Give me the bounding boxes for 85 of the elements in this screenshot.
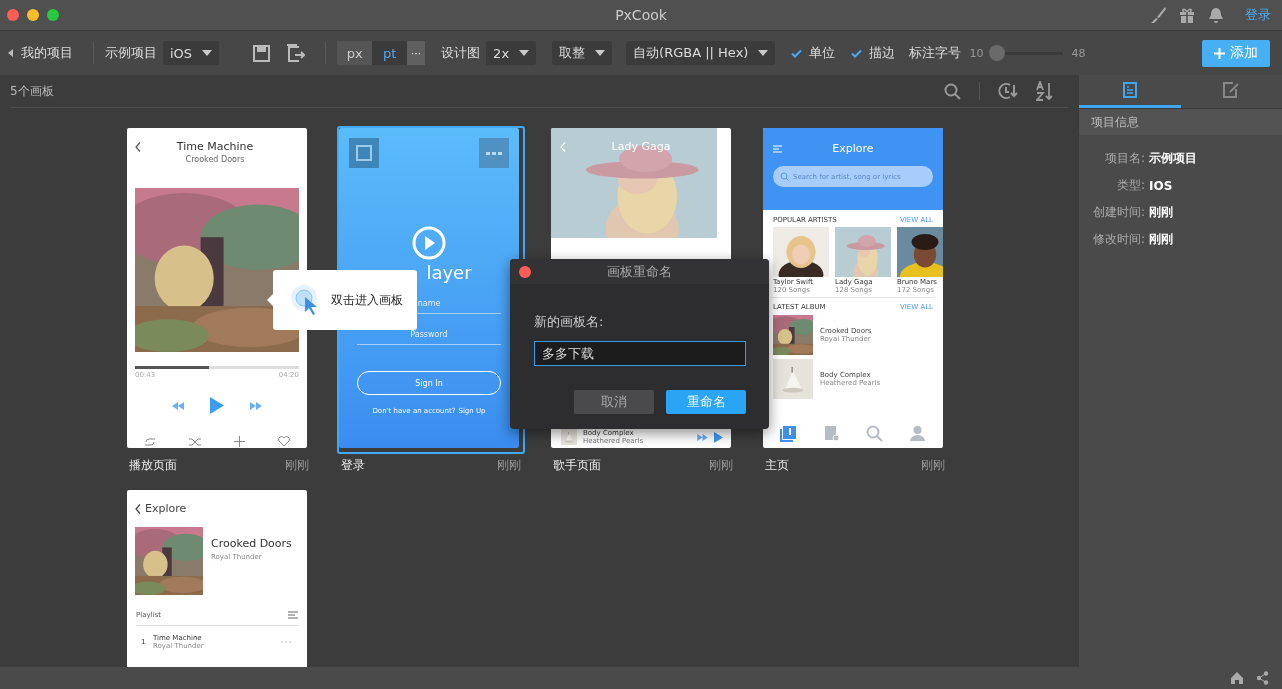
song-artist: Crooked Doors — [184, 155, 246, 164]
field-value: IOS — [1149, 178, 1173, 193]
slider-max: 48 — [1071, 46, 1086, 60]
time-sort-icon[interactable] — [998, 82, 1018, 100]
edit-icon — [1223, 82, 1240, 98]
play-circle-icon — [412, 226, 446, 260]
repeat-icon — [143, 436, 156, 447]
back-link: Explore — [145, 502, 187, 515]
unit-tab[interactable]: px — [337, 41, 373, 65]
font-size-slider[interactable] — [989, 45, 1064, 61]
unit-tab[interactable]: pt — [372, 41, 408, 65]
field-value: 示例项目 — [1149, 150, 1197, 167]
check-icon — [791, 48, 803, 58]
back-icon — [135, 503, 141, 514]
more-button[interactable]: ··· — [407, 41, 426, 65]
app-title: layer — [425, 262, 472, 283]
brush-icon[interactable] — [1150, 6, 1166, 24]
slider-min: 10 — [969, 46, 984, 60]
album-title: Crooked Doors — [211, 537, 292, 550]
list-icon — [288, 611, 298, 619]
back-icon — [135, 142, 141, 152]
close-light[interactable] — [7, 9, 19, 21]
rounding-dropdown[interactable]: 取整 — [552, 41, 613, 65]
back-button[interactable]: 我的项目 — [8, 44, 73, 62]
font-size-label: 标注字号 — [909, 44, 962, 62]
design-label: 设计图 — [441, 44, 481, 62]
artboard-name: 登录 — [341, 457, 365, 474]
menu-icon — [773, 144, 782, 153]
field-value: 刚刚 — [1149, 231, 1173, 248]
cancel-button[interactable]: 取消 — [574, 390, 654, 414]
zoom-light[interactable] — [47, 9, 59, 21]
field-label: 创建时间: — [1091, 204, 1145, 221]
artboard-time: 刚刚 — [285, 457, 309, 474]
save-icon[interactable] — [253, 44, 271, 62]
artboard-name: 主页 — [765, 457, 789, 474]
forward-icon — [697, 433, 708, 441]
project-label: 示例项目 — [105, 44, 157, 62]
section-header: 项目信息 — [1079, 109, 1282, 135]
shuffle-icon — [188, 436, 201, 447]
search-icon — [780, 172, 789, 181]
gift-icon[interactable] — [1179, 7, 1195, 23]
play-icon — [210, 397, 224, 414]
square-icon — [349, 138, 379, 168]
share-icon[interactable] — [1256, 671, 1269, 685]
artist-name: Lady Gaga — [611, 140, 671, 153]
screen-title: Explore — [831, 142, 875, 155]
color-format-dropdown[interactable]: 自动(RGBA || Hex) — [626, 41, 776, 65]
close-button[interactable] — [519, 265, 531, 278]
song-title: Time Machine — [175, 140, 255, 153]
login-link[interactable]: 登录 — [1245, 6, 1271, 24]
field-label: 修改时间: — [1091, 231, 1145, 248]
field-label: 新的画板名: — [534, 313, 605, 331]
artboard-name: 歌手页面 — [553, 457, 601, 474]
export-icon[interactable] — [286, 43, 306, 63]
artboard-time: 刚刚 — [921, 457, 945, 474]
play-icon — [714, 431, 723, 443]
unit-checkbox[interactable]: 描边 — [851, 44, 896, 62]
plus-icon — [234, 436, 246, 447]
bell-icon[interactable] — [1208, 6, 1224, 24]
dialog-title: 画板重命名 — [607, 262, 672, 281]
window-title: PxCook — [615, 7, 667, 23]
plus-icon — [1214, 47, 1225, 59]
platform-dropdown[interactable]: iOS — [163, 41, 220, 65]
unit-checkbox[interactable]: 单位 — [791, 44, 836, 62]
document-icon — [1122, 82, 1137, 98]
scale-dropdown[interactable]: 2x — [486, 41, 537, 65]
field-label: 项目名: — [1103, 150, 1145, 167]
rewind-icon — [172, 401, 184, 410]
search-icon[interactable] — [944, 82, 961, 100]
artboard-time: 刚刚 — [497, 457, 521, 474]
heart-icon — [278, 436, 291, 447]
more-icon — [479, 138, 509, 168]
name-input[interactable]: 多多下载 — [534, 341, 746, 366]
home-icon[interactable] — [1230, 671, 1244, 685]
forward-icon — [250, 401, 262, 410]
artboard-name: 播放页面 — [129, 457, 177, 474]
slider-thumb[interactable] — [989, 45, 1006, 61]
sort-az-icon[interactable] — [1036, 81, 1054, 101]
check-icon — [851, 48, 863, 58]
back-icon — [560, 142, 566, 152]
field-label: 类型: — [1115, 177, 1145, 194]
field-value: 刚刚 — [1149, 204, 1173, 221]
minimize-light[interactable] — [27, 9, 39, 21]
artboard-count: 5个画板 — [10, 82, 54, 100]
artboard-time: 刚刚 — [709, 457, 733, 474]
